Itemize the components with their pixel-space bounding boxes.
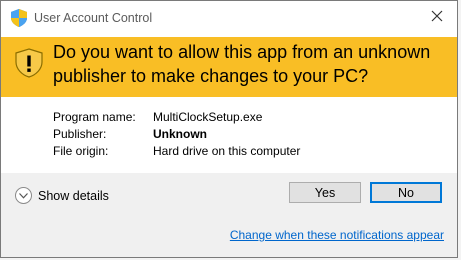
show-details-label: Show details (38, 188, 109, 203)
yes-button[interactable]: Yes (289, 182, 361, 203)
detail-value: Hard drive on this computer (153, 144, 301, 158)
detail-value: Unknown (153, 127, 207, 141)
detail-row-publisher: Publisher: Unknown (53, 127, 300, 144)
warning-shield-icon (15, 48, 43, 78)
uac-shield-icon (11, 9, 27, 27)
uac-dialog: User Account Control Do you want to allo… (0, 0, 458, 258)
app-details: Program name: MultiClockSetup.exe Publis… (53, 110, 300, 161)
detail-row-program: Program name: MultiClockSetup.exe (53, 110, 300, 127)
title-bar: User Account Control (1, 1, 457, 37)
show-details-toggle[interactable]: Show details (15, 187, 109, 204)
detail-value: MultiClockSetup.exe (153, 110, 263, 124)
dialog-footer: Show details Yes No Change when these no… (1, 173, 457, 257)
notifications-settings-link[interactable]: Change when these notifications appear (230, 228, 444, 242)
detail-label: File origin: (53, 144, 109, 158)
window-title: User Account Control (34, 11, 153, 25)
warning-banner: Do you want to allow this app from an un… (1, 37, 457, 97)
detail-row-origin: File origin: Hard drive on this computer (53, 144, 300, 161)
chevron-down-icon (15, 187, 32, 204)
no-button[interactable]: No (370, 182, 442, 203)
detail-label: Program name: (53, 110, 136, 124)
close-icon (431, 9, 443, 27)
close-button[interactable] (423, 5, 451, 31)
detail-label: Publisher: (53, 127, 107, 141)
prompt-heading: Do you want to allow this app from an un… (53, 42, 431, 86)
